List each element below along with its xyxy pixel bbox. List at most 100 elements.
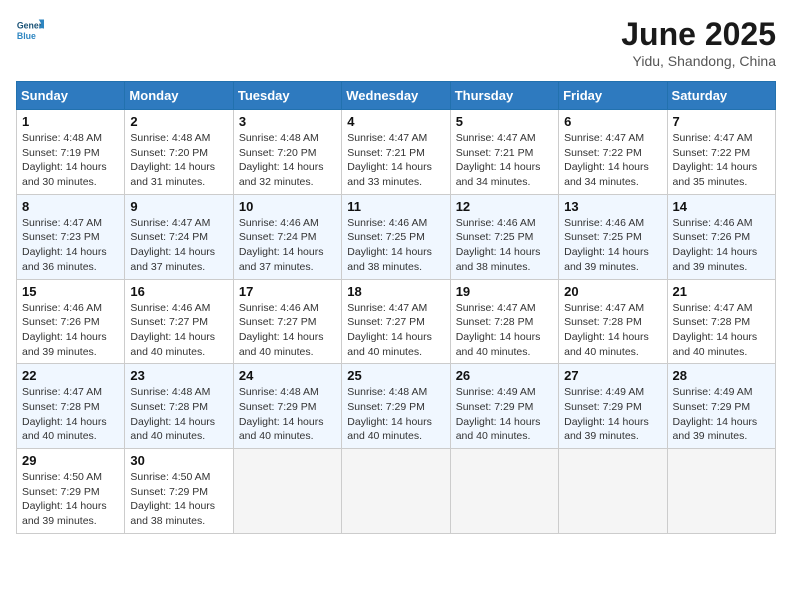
day-info: Sunrise: 4:47 AM Sunset: 7:21 PM Dayligh… xyxy=(456,131,553,190)
calendar-cell xyxy=(559,449,667,534)
calendar-header-thursday: Thursday xyxy=(450,82,558,110)
calendar-header-wednesday: Wednesday xyxy=(342,82,450,110)
page-header: General Blue June 2025 Yidu, Shandong, C… xyxy=(16,16,776,69)
day-info: Sunrise: 4:48 AM Sunset: 7:29 PM Dayligh… xyxy=(239,385,336,444)
day-info: Sunrise: 4:46 AM Sunset: 7:25 PM Dayligh… xyxy=(347,216,444,275)
day-number: 18 xyxy=(347,284,444,299)
calendar-cell: 27 Sunrise: 4:49 AM Sunset: 7:29 PM Dayli… xyxy=(559,364,667,449)
day-info: Sunrise: 4:49 AM Sunset: 7:29 PM Dayligh… xyxy=(564,385,661,444)
day-info: Sunrise: 4:48 AM Sunset: 7:20 PM Dayligh… xyxy=(130,131,227,190)
day-number: 23 xyxy=(130,368,227,383)
day-number: 17 xyxy=(239,284,336,299)
day-info: Sunrise: 4:47 AM Sunset: 7:28 PM Dayligh… xyxy=(564,301,661,360)
day-number: 3 xyxy=(239,114,336,129)
day-info: Sunrise: 4:49 AM Sunset: 7:29 PM Dayligh… xyxy=(456,385,553,444)
day-number: 15 xyxy=(22,284,119,299)
day-number: 10 xyxy=(239,199,336,214)
day-info: Sunrise: 4:48 AM Sunset: 7:19 PM Dayligh… xyxy=(22,131,119,190)
calendar-cell: 18 Sunrise: 4:47 AM Sunset: 7:27 PM Dayli… xyxy=(342,279,450,364)
day-number: 26 xyxy=(456,368,553,383)
calendar-cell xyxy=(342,449,450,534)
calendar-header-friday: Friday xyxy=(559,82,667,110)
svg-text:General: General xyxy=(17,20,44,30)
calendar-cell: 3Sunrise: 4:48 AM Sunset: 7:20 PM Daylig… xyxy=(233,110,341,195)
day-info: Sunrise: 4:46 AM Sunset: 7:27 PM Dayligh… xyxy=(130,301,227,360)
day-info: Sunrise: 4:47 AM Sunset: 7:24 PM Dayligh… xyxy=(130,216,227,275)
calendar-cell: 13 Sunrise: 4:46 AM Sunset: 7:25 PM Dayli… xyxy=(559,194,667,279)
calendar-header-saturday: Saturday xyxy=(667,82,775,110)
day-number: 28 xyxy=(673,368,770,383)
calendar-cell: 9 Sunrise: 4:47 AM Sunset: 7:24 PM Daylig… xyxy=(125,194,233,279)
day-info: Sunrise: 4:46 AM Sunset: 7:24 PM Dayligh… xyxy=(239,216,336,275)
day-info: Sunrise: 4:47 AM Sunset: 7:28 PM Dayligh… xyxy=(673,301,770,360)
logo: General Blue xyxy=(16,16,44,44)
day-number: 6 xyxy=(564,114,661,129)
day-number: 21 xyxy=(673,284,770,299)
day-number: 24 xyxy=(239,368,336,383)
calendar-week-row: 1 Sunrise: 4:48 AM Sunset: 7:19 PM Daylig… xyxy=(17,110,776,195)
day-number: 30 xyxy=(130,453,227,468)
day-number: 13 xyxy=(564,199,661,214)
calendar-cell: 12Sunrise: 4:46 AM Sunset: 7:25 PM Dayli… xyxy=(450,194,558,279)
day-info: Sunrise: 4:48 AM Sunset: 7:29 PM Dayligh… xyxy=(347,385,444,444)
calendar-cell: 10 Sunrise: 4:46 AM Sunset: 7:24 PM Dayli… xyxy=(233,194,341,279)
day-number: 25 xyxy=(347,368,444,383)
day-number: 8 xyxy=(22,199,119,214)
day-info: Sunrise: 4:46 AM Sunset: 7:27 PM Dayligh… xyxy=(239,301,336,360)
calendar-cell: 21 Sunrise: 4:47 AM Sunset: 7:28 PM Dayli… xyxy=(667,279,775,364)
day-info: Sunrise: 4:47 AM Sunset: 7:22 PM Dayligh… xyxy=(564,131,661,190)
day-info: Sunrise: 4:50 AM Sunset: 7:29 PM Dayligh… xyxy=(22,470,119,529)
day-info: Sunrise: 4:48 AM Sunset: 7:28 PM Dayligh… xyxy=(130,385,227,444)
calendar-header-row: SundayMondayTuesdayWednesdayThursdayFrid… xyxy=(17,82,776,110)
day-number: 16 xyxy=(130,284,227,299)
calendar-cell xyxy=(667,449,775,534)
calendar-cell: 7Sunrise: 4:47 AM Sunset: 7:22 PM Daylig… xyxy=(667,110,775,195)
calendar-header-monday: Monday xyxy=(125,82,233,110)
day-info: Sunrise: 4:47 AM Sunset: 7:27 PM Dayligh… xyxy=(347,301,444,360)
calendar-cell: 4 Sunrise: 4:47 AM Sunset: 7:21 PM Daylig… xyxy=(342,110,450,195)
calendar-header-tuesday: Tuesday xyxy=(233,82,341,110)
day-info: Sunrise: 4:46 AM Sunset: 7:25 PM Dayligh… xyxy=(564,216,661,275)
day-info: Sunrise: 4:47 AM Sunset: 7:23 PM Dayligh… xyxy=(22,216,119,275)
day-number: 5 xyxy=(456,114,553,129)
calendar-week-row: 8 Sunrise: 4:47 AM Sunset: 7:23 PM Daylig… xyxy=(17,194,776,279)
calendar-cell: 22 Sunrise: 4:47 AM Sunset: 7:28 PM Dayli… xyxy=(17,364,125,449)
calendar-cell xyxy=(450,449,558,534)
calendar-cell: 11 Sunrise: 4:46 AM Sunset: 7:25 PM Dayli… xyxy=(342,194,450,279)
logo-icon: General Blue xyxy=(16,16,44,44)
day-number: 1 xyxy=(22,114,119,129)
day-number: 11 xyxy=(347,199,444,214)
calendar-cell: 28Sunrise: 4:49 AM Sunset: 7:29 PM Dayli… xyxy=(667,364,775,449)
day-number: 27 xyxy=(564,368,661,383)
calendar-table: SundayMondayTuesdayWednesdayThursdayFrid… xyxy=(16,81,776,534)
calendar-cell: 8 Sunrise: 4:47 AM Sunset: 7:23 PM Daylig… xyxy=(17,194,125,279)
day-info: Sunrise: 4:47 AM Sunset: 7:22 PM Dayligh… xyxy=(673,131,770,190)
day-number: 4 xyxy=(347,114,444,129)
day-info: Sunrise: 4:47 AM Sunset: 7:28 PM Dayligh… xyxy=(22,385,119,444)
calendar-cell: 24 Sunrise: 4:48 AM Sunset: 7:29 PM Dayli… xyxy=(233,364,341,449)
calendar-cell: 14Sunrise: 4:46 AM Sunset: 7:26 PM Dayli… xyxy=(667,194,775,279)
calendar-cell: 30Sunrise: 4:50 AM Sunset: 7:29 PM Dayli… xyxy=(125,449,233,534)
day-number: 19 xyxy=(456,284,553,299)
day-info: Sunrise: 4:46 AM Sunset: 7:26 PM Dayligh… xyxy=(673,216,770,275)
day-number: 22 xyxy=(22,368,119,383)
title-block: June 2025 Yidu, Shandong, China xyxy=(621,16,776,69)
day-info: Sunrise: 4:46 AM Sunset: 7:26 PM Dayligh… xyxy=(22,301,119,360)
calendar-cell: 20 Sunrise: 4:47 AM Sunset: 7:28 PM Dayli… xyxy=(559,279,667,364)
calendar-cell xyxy=(233,449,341,534)
day-info: Sunrise: 4:47 AM Sunset: 7:28 PM Dayligh… xyxy=(456,301,553,360)
calendar-body: 1 Sunrise: 4:48 AM Sunset: 7:19 PM Daylig… xyxy=(17,110,776,534)
calendar-week-row: 15 Sunrise: 4:46 AM Sunset: 7:26 PM Dayli… xyxy=(17,279,776,364)
calendar-cell: 17 Sunrise: 4:46 AM Sunset: 7:27 PM Dayli… xyxy=(233,279,341,364)
day-info: Sunrise: 4:47 AM Sunset: 7:21 PM Dayligh… xyxy=(347,131,444,190)
day-number: 9 xyxy=(130,199,227,214)
calendar-cell: 25 Sunrise: 4:48 AM Sunset: 7:29 PM Dayli… xyxy=(342,364,450,449)
calendar-cell: 23 Sunrise: 4:48 AM Sunset: 7:28 PM Dayli… xyxy=(125,364,233,449)
calendar-cell: 5 Sunrise: 4:47 AM Sunset: 7:21 PM Daylig… xyxy=(450,110,558,195)
day-number: 12 xyxy=(456,199,553,214)
calendar-cell: 29Sunrise: 4:50 AM Sunset: 7:29 PM Dayli… xyxy=(17,449,125,534)
month-year-title: June 2025 xyxy=(621,16,776,53)
calendar-cell: 6 Sunrise: 4:47 AM Sunset: 7:22 PM Daylig… xyxy=(559,110,667,195)
day-number: 20 xyxy=(564,284,661,299)
calendar-week-row: 22 Sunrise: 4:47 AM Sunset: 7:28 PM Dayli… xyxy=(17,364,776,449)
